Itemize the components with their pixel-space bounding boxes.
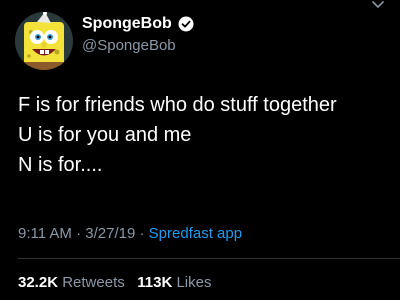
divider: [18, 258, 400, 259]
verified-badge-icon: [178, 16, 194, 32]
handle[interactable]: @SpongeBob: [82, 37, 176, 54]
display-name[interactable]: SpongeBob: [82, 15, 172, 33]
engagement-stats: 32.2K Retweets 113K Likes: [18, 274, 212, 291]
spongebob-avatar-icon: [15, 12, 73, 70]
likes-count: 113K: [137, 274, 173, 291]
source-link[interactable]: Spredfast app: [149, 225, 242, 242]
author-name-row[interactable]: SpongeBob: [82, 15, 194, 33]
avatar[interactable]: [15, 12, 73, 70]
likes-stat[interactable]: 113K Likes: [137, 274, 211, 291]
meta-separator: ·: [139, 225, 145, 242]
retweets-count: 32.2K: [18, 274, 59, 291]
tweet-text: F is for friends who do stuff together U…: [18, 90, 388, 180]
tweet-line: N is for....: [18, 154, 103, 176]
tweet-line: F is for friends who do stuff together: [18, 94, 337, 116]
chevron-down-icon[interactable]: [370, 0, 386, 10]
tweet-date[interactable]: 3/27/19: [85, 225, 135, 242]
tweet-line: U is for you and me: [18, 124, 192, 146]
retweets-label: Retweets: [62, 274, 125, 291]
tweet-metadata: 9:11 AM · 3/27/19 · Spredfast app: [18, 225, 242, 242]
tweet-card: SpongeBob @SpongeBob F is for friends wh…: [0, 0, 400, 300]
retweets-stat[interactable]: 32.2K Retweets: [18, 274, 125, 291]
meta-separator: ·: [76, 225, 82, 242]
likes-label: Likes: [176, 274, 212, 291]
tweet-time[interactable]: 9:11 AM: [18, 225, 72, 242]
